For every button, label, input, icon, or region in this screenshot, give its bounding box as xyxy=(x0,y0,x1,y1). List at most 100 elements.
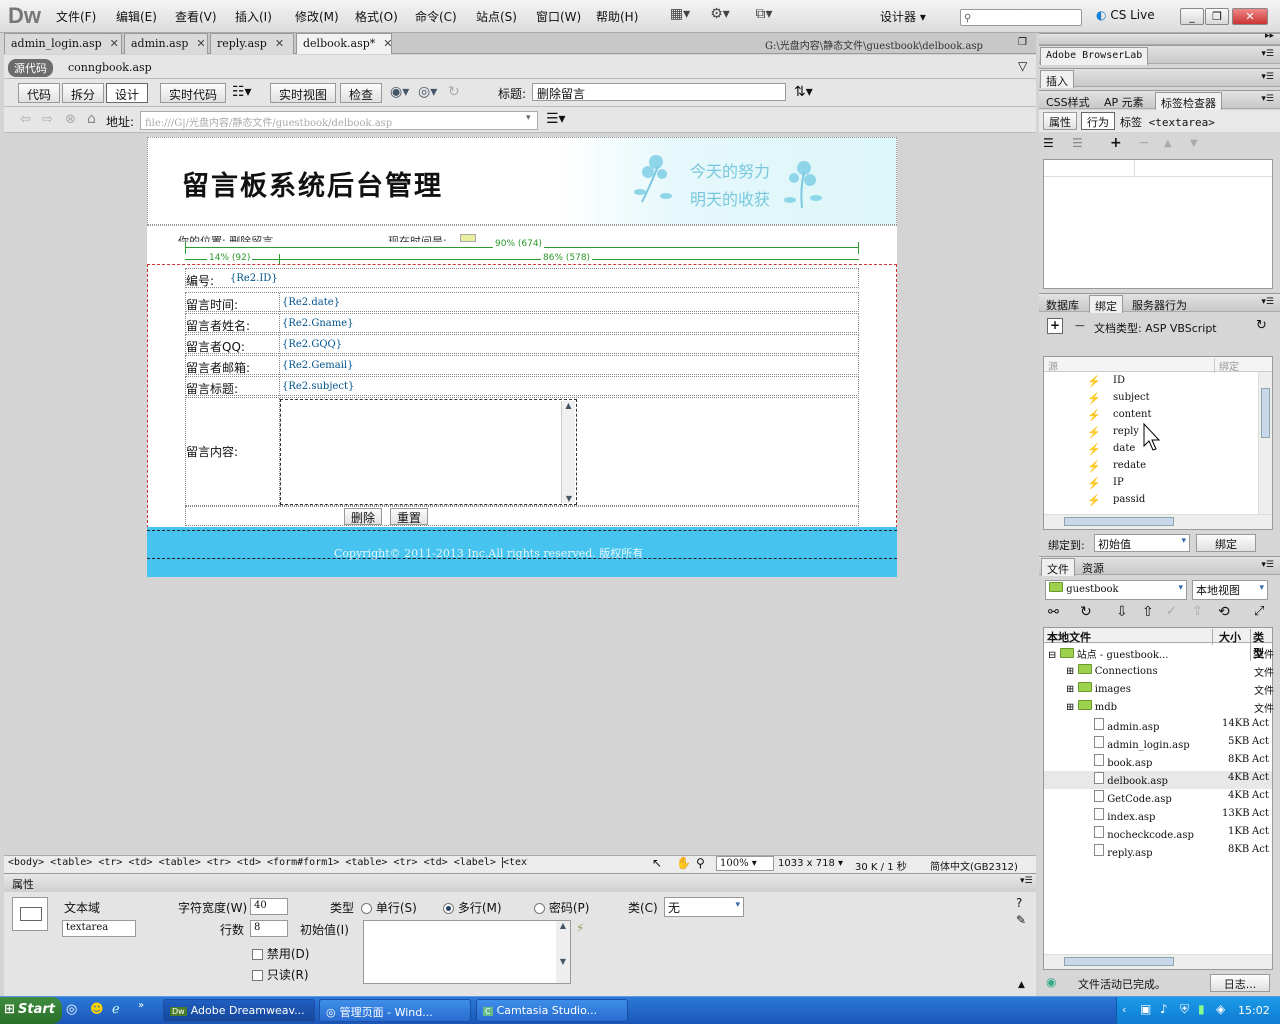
tag-form[interactable]: <form#form1> xyxy=(267,857,339,868)
close-icon[interactable]: ✕ xyxy=(196,37,205,50)
menu-insert[interactable]: 插入(I) xyxy=(235,8,272,25)
cs-live-button[interactable]: ◐ CS Live xyxy=(1096,8,1155,22)
add-behavior-icon[interactable]: + xyxy=(1110,135,1122,151)
quicklaunch-qq-icon[interactable]: ☻ xyxy=(90,1002,104,1017)
inspect-button[interactable]: 检查 xyxy=(340,83,383,103)
home-icon[interactable]: ⌂ xyxy=(87,111,96,127)
tag-table[interactable]: <table> xyxy=(50,857,92,868)
pointer-tool-icon[interactable]: ↖ xyxy=(652,856,662,870)
panel-menu-icon[interactable]: ▾☰ xyxy=(1261,94,1274,104)
file-item[interactable]: admin_login.asp xyxy=(1094,736,1190,751)
view-select[interactable]: 本地视图 ▾ xyxy=(1192,580,1268,600)
class-select[interactable]: 无 ▾ xyxy=(664,897,744,917)
delete-button[interactable]: 删除 xyxy=(344,508,383,525)
remove-behavior-icon[interactable]: − xyxy=(1138,135,1150,151)
close-icon[interactable]: ✕ xyxy=(110,37,119,50)
tag-textarea[interactable]: <textarea> xyxy=(501,857,528,868)
local-files-header[interactable]: 本地文件 xyxy=(1047,629,1091,645)
tray-volume-icon[interactable]: ♪ xyxy=(1160,1002,1168,1016)
file-management-icon[interactable]: ⇅▾ xyxy=(794,84,813,100)
tab-admin[interactable]: admin.asp ✕ xyxy=(124,33,208,54)
quicklaunch-ie-icon[interactable]: ◎ xyxy=(66,1002,77,1017)
help-icon[interactable]: ? xyxy=(1016,896,1022,910)
site-root[interactable]: ⊟ 站点 - guestbook... xyxy=(1048,646,1168,661)
related-file-link[interactable]: conngbook.asp xyxy=(68,61,152,74)
browserlab-tab[interactable]: Adobe BrowserLab xyxy=(1040,47,1149,65)
behaviors-list[interactable] xyxy=(1043,159,1273,289)
minimize-button[interactable]: _ xyxy=(1180,8,1204,25)
refresh-icon[interactable]: ↻ xyxy=(448,84,460,100)
tab-delbook[interactable]: delbook.asp* ✕ xyxy=(296,33,392,54)
source-code-button[interactable]: 源代码 xyxy=(8,59,53,77)
tag-td[interactable]: <td> xyxy=(424,857,448,868)
close-icon[interactable]: ✕ xyxy=(275,37,284,50)
add-binding-icon[interactable]: + xyxy=(1047,318,1063,334)
char-width-input[interactable]: 40 xyxy=(250,898,288,915)
binding-item[interactable]: ⚡ reply xyxy=(1087,426,1139,439)
back-icon[interactable]: ⇦ xyxy=(20,112,31,127)
tray-signal-icon[interactable]: ▮ xyxy=(1198,1002,1205,1016)
folder-item[interactable]: ⊞ Connections xyxy=(1066,664,1158,677)
live-view-button[interactable]: 实时视图 xyxy=(270,83,337,103)
tag-body[interactable]: <body> xyxy=(8,857,44,868)
zoom-tool-icon[interactable]: ⚲ xyxy=(696,856,705,870)
tag-table[interactable]: <table> xyxy=(159,857,201,868)
tray-security-icon[interactable]: ⛨ xyxy=(1180,1002,1189,1017)
binding-item[interactable]: ⚡ redate xyxy=(1087,460,1146,473)
lines-input[interactable]: 8 xyxy=(250,920,288,937)
split-view-button[interactable]: 拆分 xyxy=(62,83,105,103)
asp-code-icon[interactable] xyxy=(460,234,476,242)
menu-help[interactable]: 帮助(H) xyxy=(596,8,638,25)
file-item[interactable]: index.asp xyxy=(1094,808,1155,823)
properties-title[interactable]: 属性 xyxy=(12,876,34,892)
reset-button[interactable]: 重置 xyxy=(390,508,429,525)
horizontal-scrollbar[interactable] xyxy=(1044,514,1272,529)
tab-behaviors[interactable]: 行为 xyxy=(1081,112,1115,130)
folder-item[interactable]: ⊞ mdb xyxy=(1066,700,1117,713)
scroll-down-icon[interactable]: ▼ xyxy=(562,494,576,503)
browser-preview-icon[interactable]: ◉▾ xyxy=(390,84,409,100)
tab-databases[interactable]: 数据库 xyxy=(1041,295,1084,313)
insert-tab[interactable]: 插入 xyxy=(1040,70,1074,88)
collapse-icon[interactable]: ▲ xyxy=(1018,980,1025,990)
show-set-events-icon[interactable]: ☰ xyxy=(1043,136,1054,150)
tab-ap-elements[interactable]: AP 元素 xyxy=(1099,92,1149,110)
move-up-icon[interactable]: ▲ xyxy=(1164,138,1172,149)
visual-aids-icon[interactable]: ◎▾ xyxy=(418,84,437,100)
menu-site[interactable]: 站点(S) xyxy=(476,8,517,25)
site-select[interactable]: guestbook ▾ xyxy=(1045,580,1187,600)
type-single-radio[interactable]: 单行(S) xyxy=(361,899,417,916)
show-all-events-icon[interactable]: ☰ xyxy=(1072,136,1083,150)
get-files-icon[interactable]: ⇩ xyxy=(1116,604,1128,620)
log-button[interactable]: 日志... xyxy=(1210,974,1270,992)
binding-item[interactable]: ⚡ date xyxy=(1087,443,1135,456)
tab-bindings[interactable]: 绑定 xyxy=(1089,295,1123,313)
tray-network-icon[interactable]: ▣ xyxy=(1140,1002,1151,1016)
address-input[interactable]: file:///G|/光盘内容/静态文件/guestbook/delbook.a… xyxy=(140,111,538,130)
init-value-textarea[interactable]: ▲ ▼ xyxy=(363,920,571,984)
binding-item[interactable]: ⚡ ID xyxy=(1087,375,1125,388)
panel-menu-icon[interactable]: ▾☰ xyxy=(1020,876,1033,886)
menu-modify[interactable]: 修改(M) xyxy=(295,8,339,25)
disabled-checkbox[interactable]: 禁用(D) xyxy=(252,945,309,962)
check-out-icon[interactable]: ✓ xyxy=(1166,604,1177,619)
tray-shield-icon[interactable]: ◈ xyxy=(1216,1002,1225,1016)
code-view-button[interactable]: 代码 xyxy=(18,83,61,103)
binding-item[interactable]: ⚡ passid xyxy=(1087,494,1145,507)
task-admin-page[interactable]: ◎ 管理页面 - Wind... xyxy=(319,999,471,1022)
file-item[interactable]: admin.asp xyxy=(1094,718,1159,733)
menu-edit[interactable]: 编辑(E) xyxy=(116,8,157,25)
type-multi-radio[interactable]: 多行(M) xyxy=(443,899,502,916)
tab-reply[interactable]: reply.asp ✕ xyxy=(210,33,294,54)
binding-item[interactable]: ⚡ IP xyxy=(1087,477,1124,490)
menu-window[interactable]: 窗口(W) xyxy=(536,8,581,25)
panel-menu-icon[interactable]: ▾☰ xyxy=(1261,560,1274,570)
live-code-button[interactable]: 实时代码 xyxy=(160,83,227,103)
tab-css-styles[interactable]: CSS样式 xyxy=(1041,92,1095,110)
binding-item[interactable]: ⚡ subject xyxy=(1087,392,1150,405)
hand-tool-icon[interactable]: ✋ xyxy=(676,856,691,870)
close-icon[interactable]: ✕ xyxy=(383,37,392,50)
tag-table[interactable]: <table> xyxy=(345,857,387,868)
chevron-down-icon[interactable]: ▾ xyxy=(526,113,531,123)
gear-icon[interactable]: ⚙▾ xyxy=(708,6,732,26)
